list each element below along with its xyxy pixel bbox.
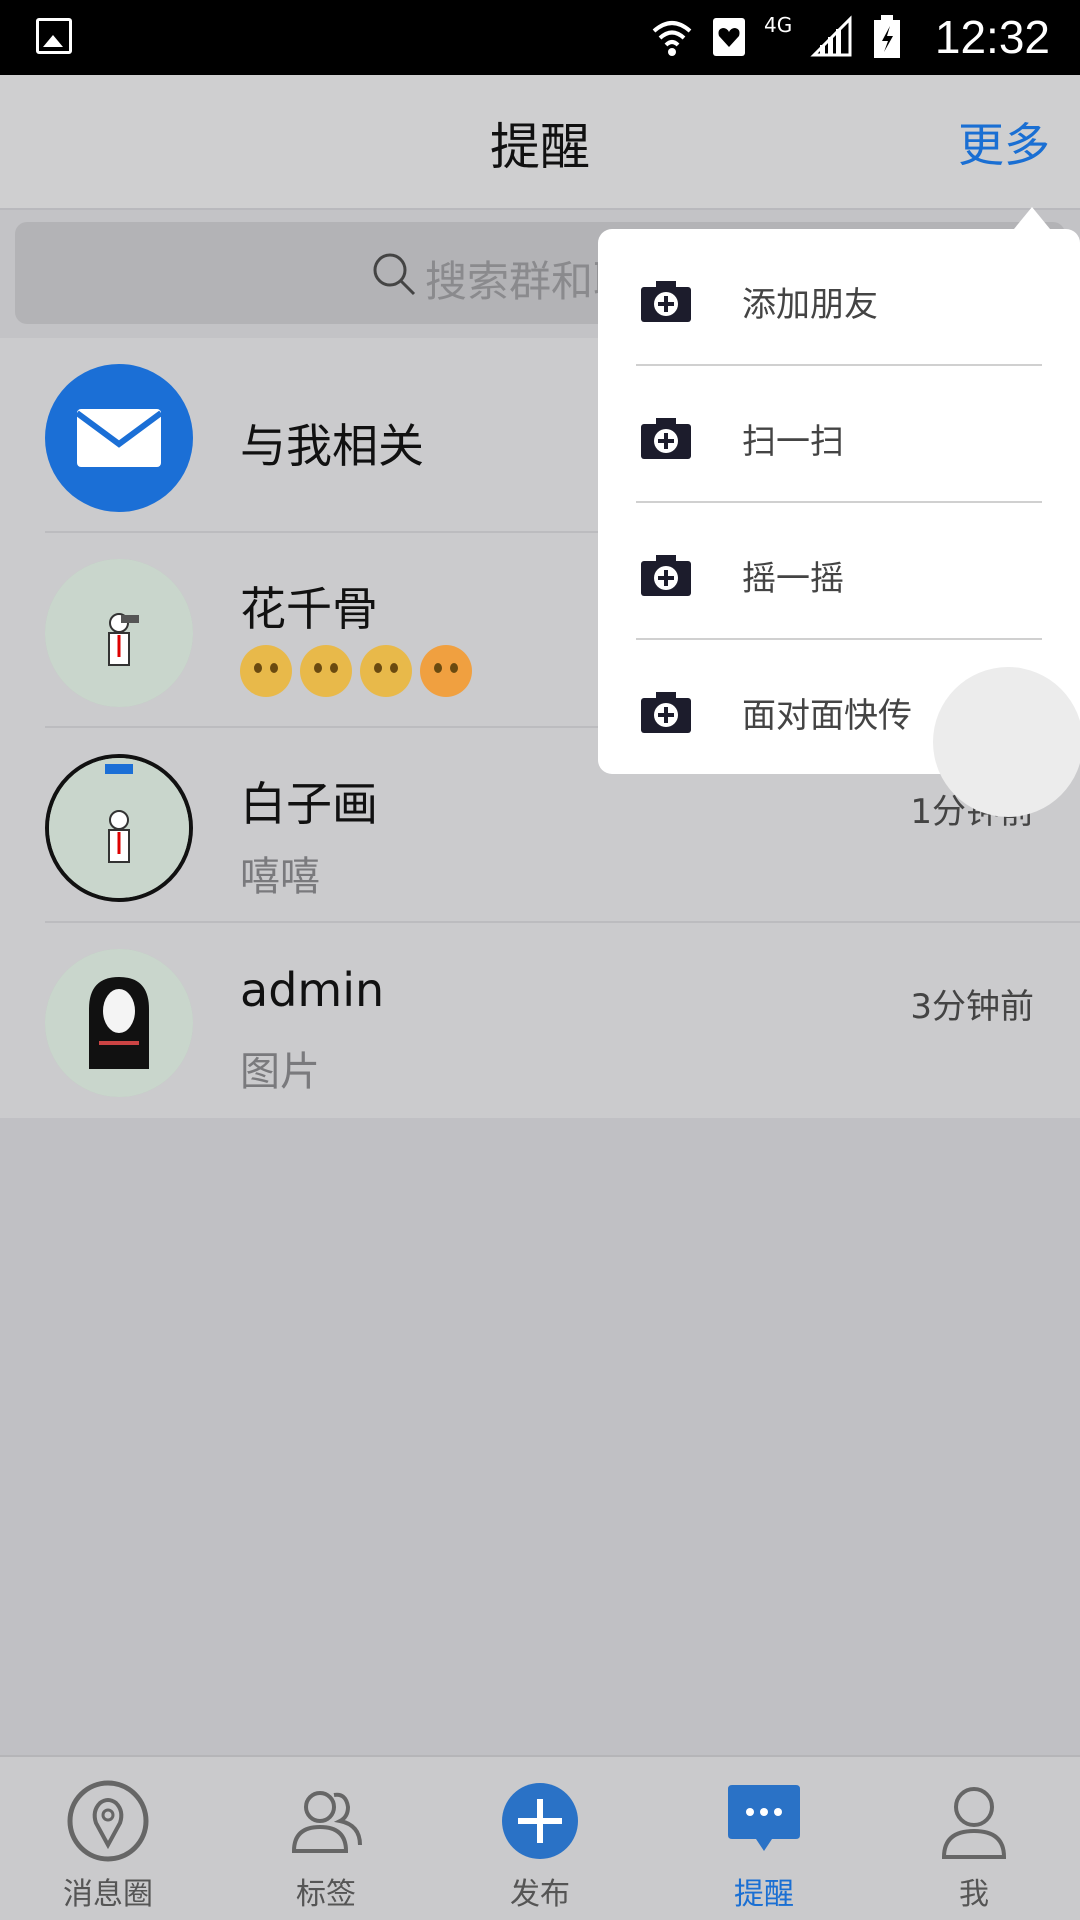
nav-item-me[interactable]: 我: [866, 1757, 1080, 1920]
nav-label: 提醒: [734, 1877, 794, 1912]
nav-label: 消息圈: [63, 1877, 153, 1912]
conversation-name: 与我相关: [240, 419, 424, 473]
menu-item-shake[interactable]: 摇一摇: [598, 503, 1080, 640]
conversation-name: 白子画: [240, 777, 378, 831]
nav-label: 发布: [510, 1877, 570, 1912]
search-placeholder: 搜索群和联系人: [425, 257, 615, 306]
cartoon-avatar-image: [49, 758, 189, 898]
camera-plus-icon: [641, 692, 691, 733]
nav-item-publish[interactable]: 发布: [432, 1757, 648, 1920]
no-face-avatar-image: [45, 949, 193, 1097]
contacts-icon: [291, 1791, 362, 1853]
heart-eyes-emoji: [420, 645, 472, 697]
avatar: [45, 559, 193, 707]
page-title: 提醒: [490, 118, 590, 176]
message-preview: 图片: [240, 1049, 320, 1095]
nav-label: 标签: [296, 1877, 356, 1912]
app-header: 提醒 更多: [0, 75, 1080, 210]
system-icons: 4G: [650, 12, 902, 62]
camera-plus-icon: [641, 555, 691, 596]
plus-circle-icon: [502, 1783, 578, 1859]
more-button[interactable]: 更多: [958, 109, 1050, 175]
nav-label: 我: [959, 1877, 989, 1912]
message-time: 3分钟前: [910, 987, 1034, 1027]
worried-emoji: [300, 645, 352, 697]
menu-item-label: 添加朋友: [742, 285, 878, 325]
menu-item-face-to-face-transfer[interactable]: 面对面快传: [598, 640, 1080, 777]
cartoon-avatar-image: [45, 559, 193, 707]
chat-bubble-icon: [728, 1785, 800, 1851]
battery-icon: [874, 15, 901, 58]
camera-plus-icon: [641, 418, 691, 459]
conversation-name: admin: [240, 963, 385, 1017]
person-icon: [941, 1787, 1007, 1859]
location-pin-icon: [67, 1780, 149, 1862]
search-icon: [373, 253, 416, 296]
more-popup-menu: 添加朋友 扫一扫 摇一摇 面对面快传: [598, 207, 1080, 817]
message-preview: 嘻嘻: [240, 854, 320, 900]
menu-item-label: 摇一摇: [742, 559, 844, 599]
heart-box-icon: [713, 18, 745, 56]
worried-emoji: [360, 645, 412, 697]
gallery-icon: [36, 18, 72, 54]
camera-plus-icon: [641, 281, 691, 322]
signal-icon: [810, 15, 852, 57]
menu-item-label: 面对面快传: [742, 696, 912, 736]
clock: 12:32: [934, 11, 1050, 63]
conversation-name: 花千骨: [240, 582, 378, 636]
nav-item-moments[interactable]: 消息圈: [0, 1757, 216, 1920]
menu-item-add-friend[interactable]: 添加朋友: [598, 229, 1080, 366]
nav-item-tags[interactable]: 标签: [218, 1757, 434, 1920]
network-type: 4G: [764, 13, 793, 37]
list-item[interactable]: admin 图片 3分钟前: [0, 923, 1080, 1118]
nav-item-reminders[interactable]: 提醒: [656, 1757, 872, 1920]
emoji-preview: [240, 645, 472, 697]
avatar: [45, 754, 193, 902]
avatar: [45, 949, 193, 1097]
status-bar: 4G 12:32: [0, 0, 1080, 75]
mail-icon: [75, 409, 163, 467]
popup-arrow: [1014, 207, 1050, 229]
wifi-icon: [652, 21, 692, 56]
smile-emoji: [240, 645, 292, 697]
menu-item-label: 扫一扫: [742, 422, 844, 462]
avatar: [45, 364, 193, 512]
menu-item-scan[interactable]: 扫一扫: [598, 366, 1080, 503]
bottom-nav: 消息圈 标签 发布 提醒 我: [0, 1755, 1080, 1920]
